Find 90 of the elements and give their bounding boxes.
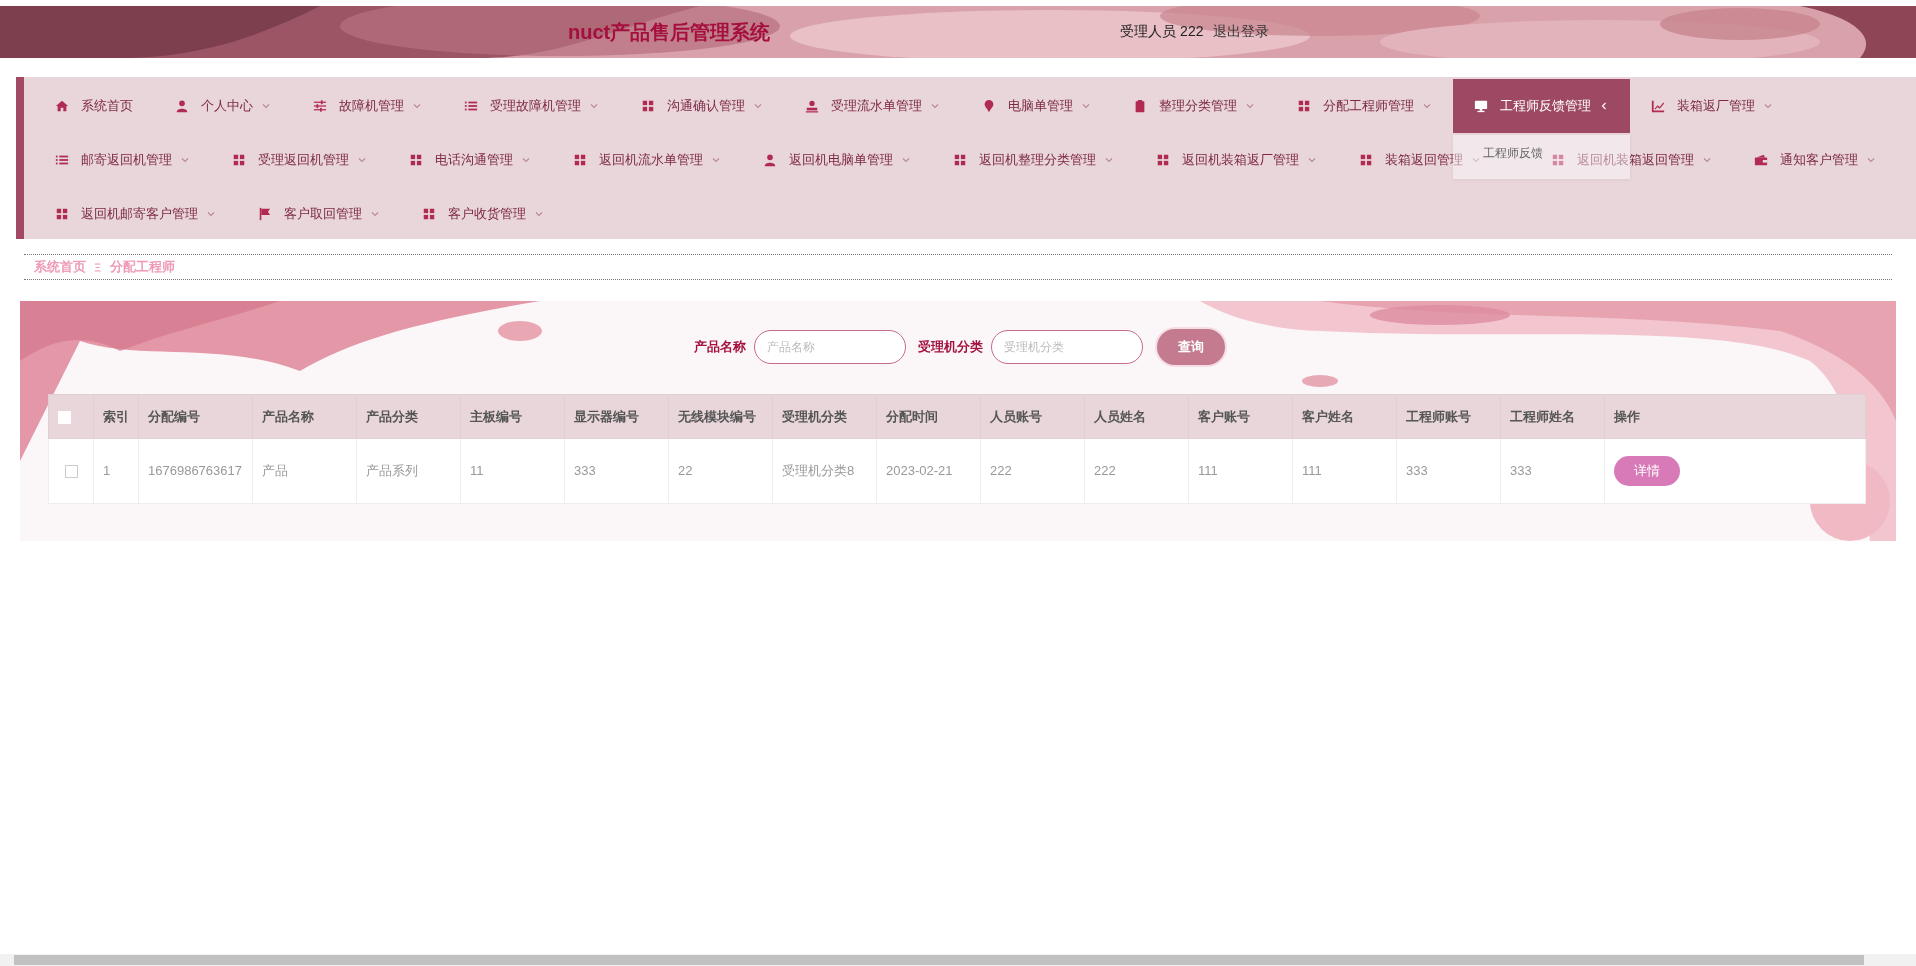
column-header: 产品分类 [356,394,461,439]
search-label: 产品名称 [693,338,746,356]
clipboard-icon [1133,99,1147,113]
column-header: 主板编号 [460,394,565,439]
menu-item[interactable]: 分配工程师管理 [1297,79,1432,133]
location-pin-icon [982,99,996,113]
menu-item[interactable]: 返回机整理分类管理 [953,133,1114,187]
row-checkbox[interactable] [64,465,78,479]
dropdown-item[interactable]: 工程师反馈 [1483,145,1543,162]
menu-item[interactable]: 返回机流水单管理 [573,133,721,187]
grid-icon [1297,99,1311,113]
menu-item[interactable]: 工程师反馈管理 [1453,79,1630,133]
menu-item[interactable]: 返回机电脑单管理 [763,133,911,187]
table-cell: 11 [470,463,484,478]
column-header: 客户姓名 [1292,394,1397,439]
menu-item[interactable]: 装箱返厂管理 [1651,79,1773,133]
table-cell: 2023-02-21 [886,463,953,478]
grid-icon [1551,153,1565,167]
column-header: 人员姓名 [1084,394,1189,439]
table-cell: 产品系列 [366,463,418,478]
select-all-checkbox[interactable] [58,411,71,425]
menu-item[interactable]: 受理返回机管理 [232,133,367,187]
horizontal-scrollbar[interactable] [0,954,1916,966]
menu-item[interactable]: 整理分类管理 [1133,79,1255,133]
table-cell: 333 [574,463,596,478]
grid-icon [953,153,967,167]
separator-icon [94,261,102,273]
table-cell: 222 [1094,463,1116,478]
search-label: 受理机分类 [917,338,983,356]
menu-item[interactable]: 返回机邮寄客户管理 [55,187,216,241]
list-icon [55,153,69,167]
column-header: 操作 [1604,394,1866,439]
menu-item[interactable]: 邮寄返回机管理 [55,133,190,187]
grid-icon [573,153,587,167]
sliders-icon [313,99,327,113]
menu-item[interactable]: 个人中心 [175,79,271,133]
column-header: 客户账号 [1188,394,1293,439]
table-cell: 111 [1302,463,1322,478]
menu-item[interactable]: 客户收货管理 [422,187,544,241]
monitor-icon [1474,99,1488,113]
user-icon [175,99,189,113]
menu-item[interactable]: 电脑单管理 [982,79,1091,133]
table-cell: 1676986763617 [148,463,242,478]
column-header: 索引 [93,394,139,439]
table-cell: 111 [1198,463,1218,478]
search-field[interactable]: 产品名称 [753,330,906,364]
menu-item[interactable]: 故障机管理 [313,79,422,133]
grid-icon [409,153,423,167]
menu-item[interactable]: 客户取回管理 [258,187,380,241]
table-cell: 产品 [262,463,288,478]
logout-link[interactable]: 退出登录 [1213,23,1270,41]
menu-item[interactable]: 受理故障机管理 [464,79,599,133]
menu-item[interactable]: 返回机装箱返厂管理 [1156,133,1317,187]
table-cell: 222 [990,463,1012,478]
grid-icon [641,99,655,113]
chart-icon [1651,99,1665,113]
search-field[interactable]: 受理机分类 [990,330,1143,364]
column-header: 产品名称 [252,394,357,439]
user-label: 受理人员 222 [1120,23,1204,41]
table-cell: 333 [1406,463,1428,478]
column-header: 人员账号 [980,394,1085,439]
menu-item[interactable]: 通知客户管理 [1754,133,1876,187]
table-cell: 受理机分类8 [782,463,855,478]
wallet-icon [1754,153,1768,167]
menu-item[interactable]: 受理流水单管理 [805,79,940,133]
menu-item[interactable]: 系统首页 [55,79,133,133]
menu-item[interactable]: 装箱返回管理 [1359,133,1481,187]
home-icon [55,99,69,113]
grid-icon [1359,153,1373,167]
column-header: 显示器编号 [564,394,669,439]
column-header: 无线模块编号 [668,394,773,439]
column-header: 工程师姓名 [1500,394,1605,439]
table-cell: 22 [678,463,693,478]
user-icon [763,153,777,167]
flag-icon [258,207,272,221]
grid-icon [232,153,246,167]
person-icon [805,99,819,113]
list-icon [464,99,478,113]
grid-icon [1156,153,1170,167]
table-cell: 1 [103,463,111,478]
column-header: 工程师账号 [1396,394,1501,439]
column-header: 分配编号 [138,394,253,439]
column-header: 受理机分类 [772,394,877,439]
grid-icon [55,207,69,221]
menu-item[interactable]: 沟通确认管理 [641,79,763,133]
menu-item[interactable]: 电话沟通管理 [409,133,531,187]
table-cell: 333 [1510,463,1532,478]
grid-icon [422,207,436,221]
column-header: 分配时间 [876,394,981,439]
app-title: nuct产品售后管理系统 [568,19,771,45]
